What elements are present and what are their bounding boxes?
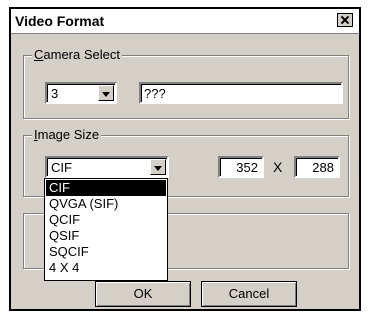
height-value: 288 xyxy=(312,160,334,175)
image-size-selected: CIF xyxy=(51,160,72,175)
times-symbol: X xyxy=(273,159,283,175)
list-item[interactable]: 4 X 4 xyxy=(46,260,166,276)
list-item[interactable]: QSIF xyxy=(46,228,166,244)
camera-name-field[interactable]: ??? xyxy=(139,82,343,104)
image-size-options-list: CIF QVGA (SIF) QCIF QSIF SQCIF 4 X 4 xyxy=(44,178,168,281)
camera-select-group: Camera Select 3 ??? xyxy=(23,47,349,119)
camera-select-value: 3 xyxy=(51,86,59,101)
list-item[interactable]: CIF xyxy=(46,180,166,196)
chevron-down-icon[interactable] xyxy=(150,159,166,175)
list-item[interactable]: SQCIF xyxy=(46,244,166,260)
camera-select-label: Camera Select xyxy=(32,47,122,62)
list-item[interactable]: QVGA (SIF) xyxy=(46,196,166,212)
width-value: 352 xyxy=(236,160,258,175)
close-icon[interactable] xyxy=(337,13,353,27)
image-size-dropdown[interactable]: CIF xyxy=(45,156,169,178)
list-item[interactable]: QCIF xyxy=(46,212,166,228)
chevron-down-icon[interactable] xyxy=(98,85,114,101)
image-size-label: Image Size xyxy=(32,127,102,142)
camera-select-dropdown[interactable]: 3 xyxy=(45,82,117,104)
height-field[interactable]: 288 xyxy=(294,156,340,178)
cancel-button[interactable]: Cancel xyxy=(201,281,297,307)
width-field[interactable]: 352 xyxy=(218,156,264,178)
title-bar[interactable]: Video Format xyxy=(11,9,359,34)
window-title: Video Format xyxy=(15,13,105,29)
ok-button[interactable]: OK xyxy=(95,281,191,307)
camera-name-value: ??? xyxy=(144,86,166,101)
